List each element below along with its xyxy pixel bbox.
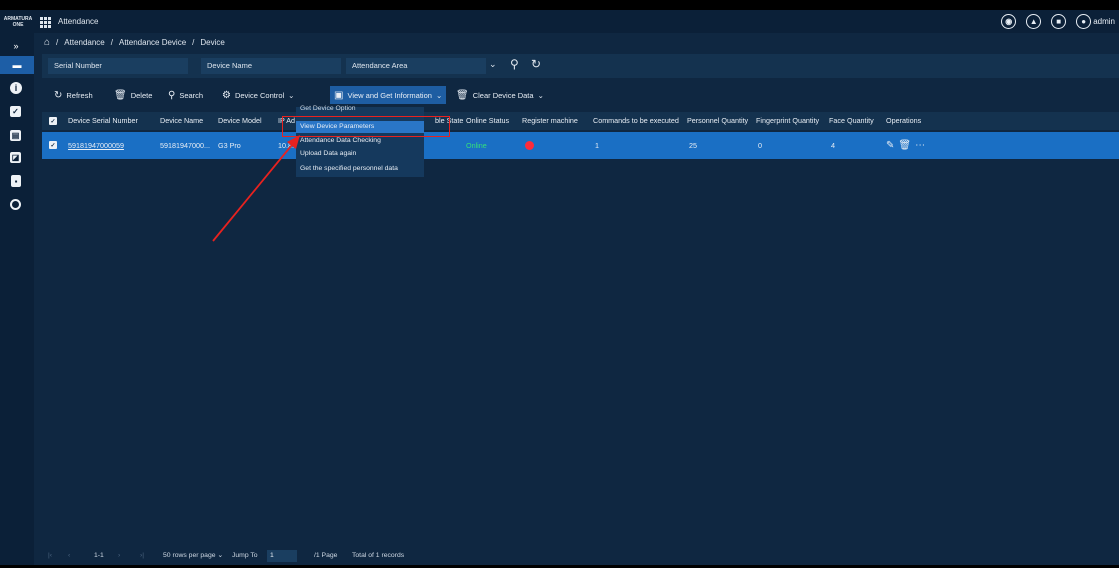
prev-page-icon[interactable]: ‹ [68, 547, 70, 565]
user-menu[interactable]: ● admin [1076, 14, 1115, 29]
total-records: Total of 1 records [352, 552, 405, 559]
first-page-icon[interactable]: |‹ [48, 547, 52, 565]
serial-number-input[interactable]: Serial Number [48, 58, 188, 74]
menu-item-get-device-option[interactable]: Get Device Option [296, 104, 424, 113]
attendance-area-select[interactable]: Attendance Area [346, 58, 486, 74]
delete-button[interactable]: 🗑 Delete [114, 86, 152, 104]
sidebar-item-schedule-icon[interactable]: ▤ [10, 130, 21, 141]
col-name[interactable]: Device Name [160, 112, 203, 130]
sidebar-item-check-icon[interactable]: ✓ [10, 106, 21, 117]
help-icon[interactable]: ■ [1051, 14, 1067, 29]
menu-item-upload-data-again[interactable]: Upload Data again [296, 148, 424, 160]
col-commands[interactable]: Commands to be executed [593, 112, 679, 130]
col-face[interactable]: Face Quantity [829, 112, 874, 130]
last-page-icon[interactable]: ›| [140, 547, 144, 565]
cell-fingerprint: 0 [758, 141, 762, 150]
cell-personnel: 25 [689, 141, 697, 150]
col-register[interactable]: Register machine [522, 112, 578, 130]
app-title: Attendance [58, 17, 99, 26]
view-info-icon: ▣ [334, 89, 344, 101]
col-serial[interactable]: Device Serial Number [68, 112, 138, 130]
chevron-down-icon: ⌄ [537, 90, 544, 100]
user-avatar-icon: ● [1076, 14, 1092, 29]
breadcrumb: ⌂ / Attendance / Attendance Device / Dev… [34, 33, 1119, 52]
cell-serial[interactable]: 59181947000059 [68, 132, 124, 159]
toolbar: ↻ Refresh 🗑 Delete ⚲ Search ⚙ Device Con… [42, 86, 1119, 104]
device-name-input[interactable]: Device Name [201, 58, 341, 74]
screen-top-edge [0, 0, 1119, 10]
chevron-down-icon: ⌄ [217, 552, 224, 559]
top-bar: ARMATURA ONE Attendance ◉ ▲ ■ ● admin [0, 10, 1119, 33]
search-button[interactable]: ⚲ Search [168, 86, 203, 104]
search-icon: ⚲ [168, 89, 176, 101]
chevron-down-icon: ⌄ [288, 90, 295, 100]
logo-line-2: ONE [12, 21, 24, 28]
table-row[interactable]: ✓ 59181947000059 59181947000... G3 Pro 1… [42, 132, 1119, 159]
breadcrumb-attendance[interactable]: Attendance [64, 38, 104, 47]
page-range: 1-1 [94, 552, 104, 559]
sidebar-item-device[interactable]: ▬ [0, 56, 34, 74]
sidebar-expand-icon[interactable]: » [9, 39, 23, 53]
col-model[interactable]: Device Model [218, 112, 262, 130]
next-page-icon[interactable]: › [118, 547, 120, 565]
pagination: |‹ ‹ 1-1 › ›| 50 rows per page ⌄ Jump To… [34, 547, 1119, 565]
cell-commands: 1 [595, 141, 599, 150]
select-all-checkbox[interactable]: ✓ [49, 117, 57, 125]
clear-icon: 🗑 [456, 89, 469, 101]
chevron-down-icon: ⌄ [435, 90, 443, 100]
refresh-icon: ↻ [54, 89, 63, 101]
breadcrumb-device: Device [200, 38, 225, 47]
sidebar-item-document-icon[interactable]: ▪ [11, 175, 21, 187]
breadcrumb-separator: / [192, 38, 195, 47]
chevron-down-icon[interactable]: ⌄ [489, 59, 497, 70]
col-personnel[interactable]: Personnel Quantity [687, 112, 748, 130]
col-online[interactable]: Online Status [466, 112, 509, 130]
breadcrumb-separator: / [56, 38, 59, 47]
page-number-input[interactable]: 1 [267, 550, 297, 562]
apps-grid-icon[interactable] [40, 16, 51, 28]
annotation-highlight-box [282, 116, 450, 137]
device-control-button[interactable]: ⚙ Device Control ⌄ [222, 86, 294, 104]
search-icon[interactable]: ⚲ [510, 57, 519, 71]
user-name: admin [1093, 17, 1115, 26]
col-operations: Operations [886, 116, 922, 125]
col-fingerprint[interactable]: Fingerprint Quantity [756, 112, 819, 130]
row-operations: ✎ 🗑 ⋯ [886, 132, 925, 159]
home-icon[interactable]: ⌂ [44, 37, 50, 48]
sidebar-item-report-icon[interactable]: ◪ [10, 152, 21, 163]
notification-icon[interactable]: ▲ [1026, 14, 1042, 29]
cell-model: G3 Pro [218, 141, 241, 150]
menu-item-get-specified-personnel-data[interactable]: Get the specified personnel data [296, 163, 424, 175]
delete-icon: 🗑 [114, 89, 127, 101]
app-logo[interactable]: ARMATURA ONE [0, 10, 36, 33]
rows-per-page-select[interactable]: 50 rows per page ⌄ [163, 547, 223, 565]
page-total: /1 Page [314, 552, 338, 559]
filter-bar: Serial Number Device Name Attendance Are… [42, 54, 1119, 78]
reset-icon[interactable]: ↻ [531, 57, 541, 71]
table-header: ✓ Device Serial Number Device Name Devic… [42, 112, 1119, 130]
more-icon[interactable]: ⋯ [915, 132, 925, 159]
jump-to-label: Jump To [232, 552, 258, 559]
sidebar-item-settings-icon[interactable] [10, 199, 21, 210]
trash-icon[interactable]: 🗑 [898, 132, 911, 159]
language-icon[interactable]: ◉ [1001, 14, 1017, 29]
sidebar: » ▬ i ✓ ▤ ◪ ▪ [0, 33, 34, 565]
breadcrumb-attendance-device[interactable]: Attendance Device [119, 38, 186, 47]
device-control-icon: ⚙ [222, 89, 231, 101]
cell-face: 4 [831, 141, 835, 150]
edit-icon[interactable]: ✎ [886, 132, 894, 159]
cell-name: 59181947000... [160, 141, 210, 150]
cell-online-status: Online [466, 141, 487, 150]
main-content: ⌂ / Attendance / Attendance Device / Dev… [34, 33, 1119, 565]
clear-device-data-button[interactable]: 🗑 Clear Device Data ⌄ [456, 86, 544, 104]
row-checkbox[interactable]: ✓ [49, 141, 57, 149]
refresh-button[interactable]: ↻ Refresh [54, 86, 93, 104]
header-actions: ◉ ▲ ■ ● admin [1001, 14, 1115, 29]
breadcrumb-separator: / [110, 38, 113, 47]
register-status-icon [525, 141, 534, 150]
sidebar-item-info-icon[interactable]: i [10, 82, 22, 94]
view-get-info-button[interactable]: ▣ View and Get Information ⌄ [330, 86, 447, 104]
